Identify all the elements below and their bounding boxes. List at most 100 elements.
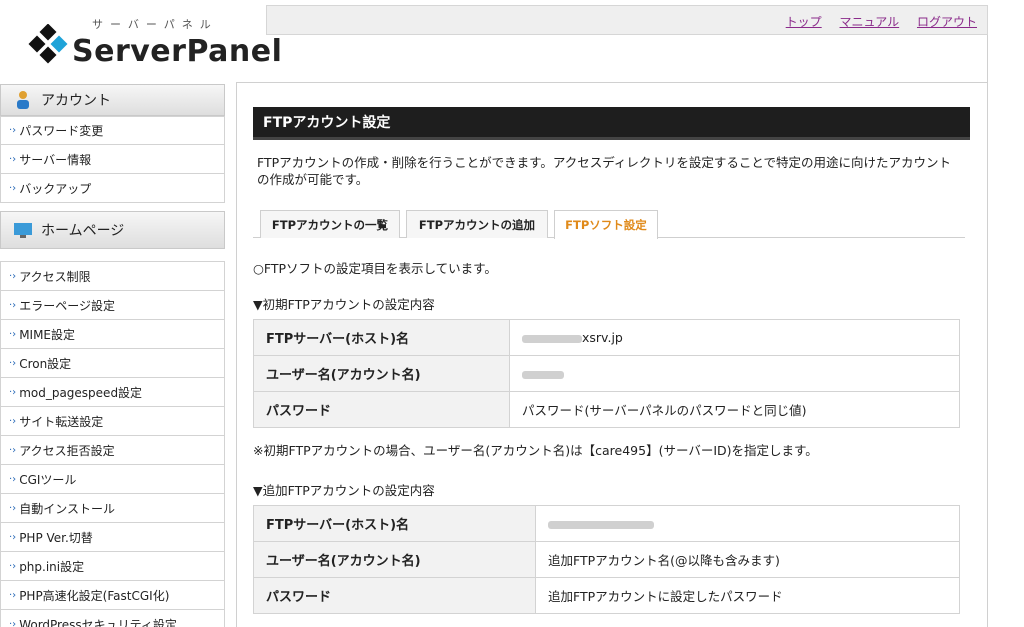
sidebar-section-label: アカウント [41,93,111,109]
added-settings-table: FTPサーバー(ホスト)名 ユーザー名(アカウント名) 追加FTPアカウント名(… [253,505,960,614]
table-key: FTPサーバー(ホスト)名 [253,319,510,356]
tab-ftp-account-list[interactable]: FTPアカウントの一覧 [260,210,400,238]
arrow-icon: ·› [9,618,17,627]
sidebar-section-homepage: ホームページ [0,211,225,249]
logo[interactable]: サーバーパネル ServerPanel [0,0,282,82]
arrow-icon: ·› [9,299,17,311]
arrow-icon: ·› [9,444,17,456]
arrow-icon: ·› [9,153,17,165]
sidebar-item[interactable]: ·› PHP高速化設定(FastCGI化) [0,581,225,610]
user-icon [17,91,29,109]
table-value-text: xsrv.jp [582,330,623,345]
section-label-initial: ▼初期FTPアカウントの設定内容 [253,297,435,312]
logo-kana: サーバーパネル [92,18,218,31]
table-value [535,505,960,542]
sidebar-item[interactable]: ·› mod_pagespeed設定 [0,378,225,407]
sidebar-item-label: CGIツール [19,472,77,487]
note-text: ※初期FTPアカウントの場合、ユーザー名(アカウント名)は【care495】(サ… [253,443,818,458]
table-key: パスワード [253,577,536,614]
tab-ftp-soft-settings[interactable]: FTPソフト設定 [554,210,658,239]
table-key: ユーザー名(アカウント名) [253,355,510,392]
top-bar: トップ マニュアル ログアウト [266,5,988,35]
sidebar-item[interactable]: ·› アクセス制限 [0,262,225,291]
sidebar-item-label: mod_pagespeed設定 [19,385,143,400]
arrow-icon: ·› [9,473,17,485]
table-row: パスワード パスワード(サーバーパネルのパスワードと同じ値) [253,391,960,428]
server-panel-logo-icon [28,24,68,64]
arrow-icon: ·› [9,531,17,543]
table-row: FTPサーバー(ホスト)名 [253,505,960,542]
arrow-icon: ·› [9,125,17,136]
arrow-icon: ·› [9,182,17,194]
arrow-icon: ·› [9,502,17,514]
arrow-icon: ·› [9,270,17,282]
sidebar-item[interactable]: ·› Cron設定 [0,349,225,378]
sidebar-item[interactable]: ·› MIME設定 [0,320,225,349]
redacted-text [522,370,564,379]
sidebar-section-label: ホームページ [41,223,125,239]
sidebar-item-label: サーバー情報 [19,152,92,167]
tab-bar: FTPアカウントの一覧 FTPアカウントの追加 FTPソフト設定 [253,210,965,239]
notice-text: ○FTPソフトの設定項目を表示しています。 [253,261,497,276]
redacted-text [548,520,654,529]
sidebar-section-account: アカウント [0,84,225,116]
arrow-icon: ·› [9,560,17,572]
redacted-text [522,334,582,343]
page-title: FTPアカウント設定 [253,107,970,140]
sidebar-item-label: アクセス制限 [19,269,91,284]
sidebar-item[interactable]: ·› サイト転送設定 [0,407,225,436]
sidebar-item-label: MIME設定 [19,327,76,342]
table-value: 追加FTPアカウントに設定したパスワード [535,577,960,614]
table-key: ユーザー名(アカウント名) [253,541,536,578]
sidebar-item-label: PHP Ver.切替 [19,530,93,545]
sidebar-item[interactable]: ·› CGIツール [0,465,225,494]
link-top[interactable]: トップ [786,15,822,29]
table-value [509,355,960,392]
sidebar-item[interactable]: ·› アクセス拒否設定 [0,436,225,465]
sidebar-item-label: アクセス拒否設定 [19,443,115,458]
table-row: FTPサーバー(ホスト)名 xsrv.jp [253,319,960,356]
arrow-icon: ·› [9,589,17,601]
top-links: トップ マニュアル ログアウト [772,13,977,30]
table-value: xsrv.jp [509,319,960,356]
sidebar-item[interactable]: ·› php.ini設定 [0,552,225,581]
sidebar-item-label: 自動インストール [19,501,115,516]
sidebar-item[interactable]: ·› サーバー情報 [0,145,225,174]
sidebar-item-label: Cron設定 [19,356,72,371]
sidebar: アカウント ·› パスワード変更 ·› サーバー情報 ·› バックアップ ホームページ ·… [0,84,225,627]
table-key: FTPサーバー(ホスト)名 [253,505,536,542]
sidebar-item[interactable]: ·› バックアップ [0,174,225,203]
sidebar-item-label: パスワード変更 [19,124,104,138]
table-value: 追加FTPアカウント名(@以降も含みます) [535,541,960,578]
table-key: パスワード [253,391,510,428]
divider [236,82,237,627]
sidebar-item[interactable]: ·› WordPressセキュリティ設定 [0,610,225,627]
arrow-icon: ·› [9,357,17,369]
page-border [987,35,988,627]
table-value: パスワード(サーバーパネルのパスワードと同じ値) [509,391,960,428]
table-row: ユーザー名(アカウント名) 追加FTPアカウント名(@以降も含みます) [253,541,960,578]
initial-settings-table: FTPサーバー(ホスト)名 xsrv.jp ユーザー名(アカウント名) パスワー… [253,319,960,428]
sidebar-item[interactable]: ·› 自動インストール [0,494,225,523]
sidebar-item[interactable]: ·› パスワード変更 [0,116,225,145]
table-row: パスワード 追加FTPアカウントに設定したパスワード [253,577,960,614]
logo-name: ServerPanel [72,34,283,69]
sidebar-item-label: エラーページ設定 [19,298,115,313]
arrow-icon: ·› [9,415,17,427]
sidebar-item-label: PHP高速化設定(FastCGI化) [19,588,170,603]
tab-ftp-account-add[interactable]: FTPアカウントの追加 [406,210,548,238]
sidebar-item-label: WordPressセキュリティ設定 [19,617,177,627]
main-content: FTPアカウント設定 FTPアカウントの作成・削除を行うことができます。アクセス… [253,107,970,614]
link-logout[interactable]: ログアウト [917,15,977,29]
sidebar-item-label: サイト転送設定 [19,414,104,429]
monitor-icon [14,223,32,238]
section-label-added: ▼追加FTPアカウントの設定内容 [253,483,435,498]
arrow-icon: ·› [9,328,17,340]
sidebar-item-label: バックアップ [19,181,92,196]
sidebar-item-label: php.ini設定 [19,559,85,574]
sidebar-item[interactable]: ·› PHP Ver.切替 [0,523,225,552]
link-manual[interactable]: マニュアル [840,15,900,29]
sidebar-item[interactable]: ·› エラーページ設定 [0,291,225,320]
page-description: FTPアカウントの作成・削除を行うことができます。アクセスディレクトリを設定する… [257,155,952,187]
arrow-icon: ·› [9,386,17,398]
